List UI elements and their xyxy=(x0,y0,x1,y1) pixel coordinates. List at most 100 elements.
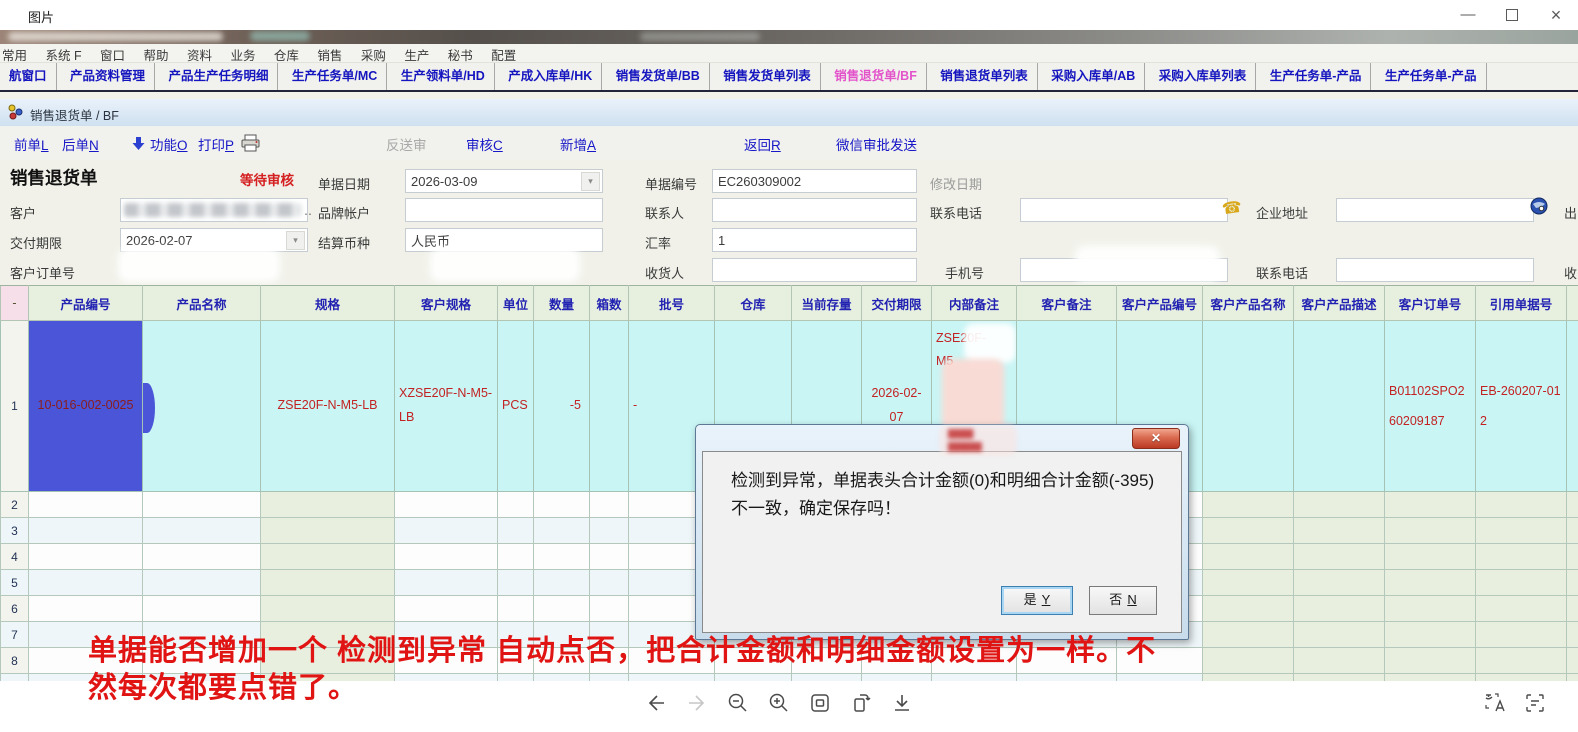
grid-cell[interactable] xyxy=(1294,570,1385,596)
col-header-stock[interactable]: 当前存量 xyxy=(792,286,862,321)
menu-item-sales[interactable]: 销售 xyxy=(317,45,342,64)
grid-cell[interactable] xyxy=(143,544,261,570)
grid-cell[interactable] xyxy=(498,492,534,518)
grid-cell[interactable] xyxy=(1385,570,1476,596)
contact-phone-input[interactable] xyxy=(1020,198,1228,222)
grid-cell[interactable] xyxy=(590,518,629,544)
grid-cell[interactable] xyxy=(1385,492,1476,518)
tab-task-product-2[interactable]: 生产任务单-产品 xyxy=(1376,63,1487,90)
grid-cell[interactable] xyxy=(1476,622,1567,648)
grid-cell[interactable] xyxy=(261,544,395,570)
grid-cell[interactable] xyxy=(498,596,534,622)
company-address-input[interactable] xyxy=(1336,198,1534,222)
row-number[interactable]: 1 xyxy=(1,321,29,492)
print-button[interactable]: 打印P xyxy=(198,134,234,154)
grid-cell[interactable] xyxy=(261,596,395,622)
tab-product-task-detail[interactable]: 产品生产任务明细 xyxy=(159,63,278,90)
menu-item-data[interactable]: 资料 xyxy=(187,45,212,64)
grid-cell[interactable] xyxy=(29,544,143,570)
grid-cell[interactable] xyxy=(395,492,498,518)
prev-doc-button[interactable]: 前单L xyxy=(14,134,49,154)
grid-cell[interactable] xyxy=(534,596,590,622)
grid-cell[interactable] xyxy=(1294,544,1385,570)
grid-cell[interactable] xyxy=(498,518,534,544)
cell-product-name-blurred[interactable] xyxy=(143,321,261,492)
printer-icon[interactable] xyxy=(241,134,261,152)
grid-cell[interactable] xyxy=(590,492,629,518)
grid-cell[interactable] xyxy=(534,492,590,518)
cell-cust-product-name[interactable] xyxy=(1203,321,1294,492)
grid-cell[interactable] xyxy=(1385,596,1476,622)
grid-cell[interactable] xyxy=(1203,518,1294,544)
cell-ref-doc-no[interactable]: EB-260207-012 xyxy=(1476,321,1567,492)
translate-icon[interactable] xyxy=(1483,691,1507,715)
grid-cell[interactable] xyxy=(395,570,498,596)
col-header-cust-product-code[interactable]: 客户产品编号 xyxy=(1117,286,1203,321)
grid-cell[interactable] xyxy=(1385,622,1476,648)
grid-cell[interactable] xyxy=(395,544,498,570)
grid-cell[interactable] xyxy=(1203,544,1294,570)
tab-purchase-in-ab[interactable]: 采购入库单/AB xyxy=(1042,63,1145,90)
row-number[interactable]: 2 xyxy=(1,492,29,518)
grid-cell[interactable] xyxy=(590,570,629,596)
grid-cell[interactable] xyxy=(1385,518,1476,544)
col-header-warehouse[interactable]: 仓库 xyxy=(715,286,792,321)
grid-cell[interactable] xyxy=(143,570,261,596)
row-selector-header[interactable]: - xyxy=(1,286,29,321)
tab-sales-delivery-bb[interactable]: 销售发货单/BB xyxy=(607,63,710,90)
col-header-batch[interactable]: 批号 xyxy=(629,286,715,321)
menu-item-window[interactable]: 窗口 xyxy=(100,45,125,64)
doc-date-input[interactable]: 2026-03-09 ▾ xyxy=(405,169,603,193)
grid-cell[interactable] xyxy=(1476,648,1567,674)
grid-cell[interactable] xyxy=(1476,570,1567,596)
tab-production-task-mc[interactable]: 生产任务单/MC xyxy=(283,63,387,90)
menu-item-help[interactable]: 帮助 xyxy=(144,45,169,64)
tab-sales-return-bf[interactable]: 销售退货单/BF xyxy=(825,63,927,90)
row-number[interactable]: 5 xyxy=(1,570,29,596)
exchange-rate-input[interactable]: 1 xyxy=(712,228,917,252)
col-header-cust-product-desc[interactable]: 客户产品描述 xyxy=(1294,286,1385,321)
grid-cell[interactable] xyxy=(395,596,498,622)
grid-cell[interactable] xyxy=(29,596,143,622)
cell-spec[interactable]: ZSE20F-N-M5-LB xyxy=(261,321,395,492)
minimize-button[interactable]: — xyxy=(1446,0,1490,30)
row-number[interactable]: 3 xyxy=(1,518,29,544)
menu-item-business[interactable]: 业务 xyxy=(230,45,255,64)
function-menu-button[interactable]: 功能O xyxy=(150,134,188,154)
wechat-approval-button[interactable]: 微信审批发送 xyxy=(836,134,917,154)
tab-purchase-in-list[interactable]: 采购入库单列表 xyxy=(1150,63,1257,90)
cell-boxes[interactable] xyxy=(590,321,629,492)
ocr-icon[interactable] xyxy=(1523,691,1547,715)
return-button[interactable]: 返回R xyxy=(744,134,781,154)
yes-button[interactable]: 是Y xyxy=(1001,586,1073,615)
grid-cell[interactable] xyxy=(143,492,261,518)
col-header-customer-spec[interactable]: 客户规格 xyxy=(395,286,498,321)
grid-cell[interactable] xyxy=(1203,570,1294,596)
grid-cell[interactable] xyxy=(1203,596,1294,622)
menu-item-config[interactable]: 配置 xyxy=(491,45,516,64)
grid-cell[interactable] xyxy=(498,544,534,570)
tab-sales-delivery-list[interactable]: 销售发货单列表 xyxy=(714,63,821,90)
grid-cell[interactable] xyxy=(261,518,395,544)
grid-cell[interactable] xyxy=(1294,622,1385,648)
grid-cell[interactable] xyxy=(143,518,261,544)
grid-cell[interactable] xyxy=(534,518,590,544)
row-number[interactable]: 6 xyxy=(1,596,29,622)
dialog-close-button[interactable]: ✕ xyxy=(1132,428,1180,449)
grid-cell[interactable] xyxy=(1203,648,1294,674)
grid-cell[interactable] xyxy=(1385,544,1476,570)
grid-cell[interactable] xyxy=(1476,596,1567,622)
globe-icon[interactable] xyxy=(1530,197,1548,215)
doc-no-input[interactable]: EC260309002 xyxy=(712,169,917,193)
customer-input[interactable] xyxy=(120,198,308,222)
cell-cust-product-desc[interactable] xyxy=(1294,321,1385,492)
maximize-button[interactable] xyxy=(1490,0,1534,30)
menu-item-secretary[interactable]: 秘书 xyxy=(448,45,473,64)
grid-cell[interactable] xyxy=(1203,622,1294,648)
col-header-product-name[interactable]: 产品名称 xyxy=(143,286,261,321)
grid-cell[interactable] xyxy=(261,492,395,518)
customer-browse-button[interactable]: ‥ xyxy=(304,204,314,218)
grid-cell[interactable] xyxy=(1476,518,1567,544)
menu-item-production[interactable]: 生产 xyxy=(404,45,429,64)
col-header-internal-note[interactable]: 内部备注 xyxy=(932,286,1017,321)
